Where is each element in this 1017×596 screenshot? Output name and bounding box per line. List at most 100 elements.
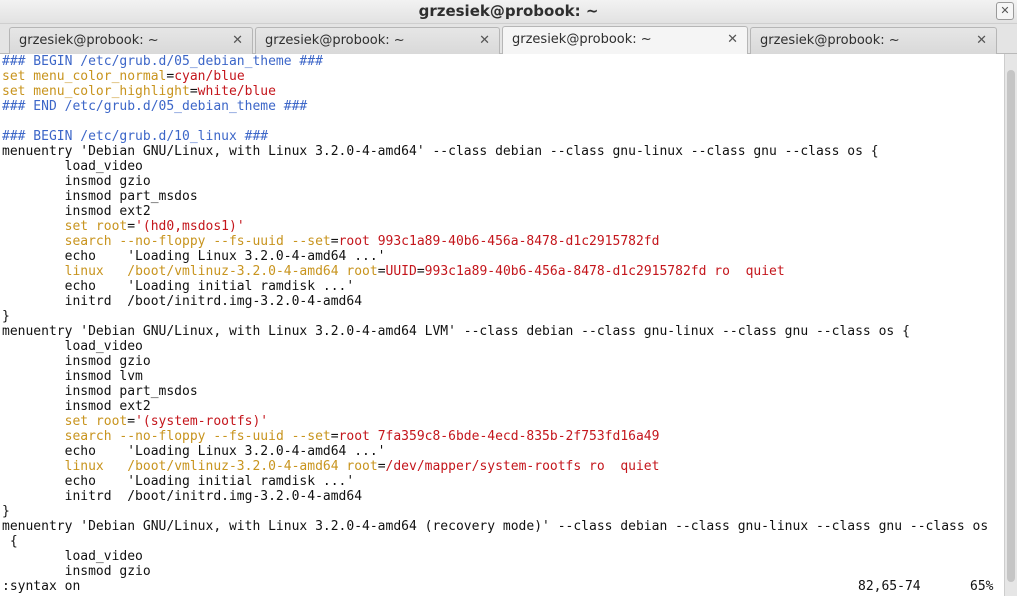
buffer-line: load_video bbox=[2, 339, 1005, 354]
buffer-token: = bbox=[330, 429, 339, 444]
buffer-token: = bbox=[330, 234, 339, 249]
buffer-line: set root='(system-rootfs)' bbox=[2, 414, 1005, 429]
buffer-token: load_video bbox=[2, 339, 143, 354]
buffer-line: } bbox=[2, 504, 1005, 519]
buffer-token: insmod ext2 bbox=[2, 399, 151, 414]
buffer-line bbox=[2, 114, 1005, 129]
buffer-token: menuentry 'Debian GNU/Linux, with Linux … bbox=[2, 324, 910, 339]
buffer-token: = bbox=[127, 414, 136, 429]
buffer-line: load_video bbox=[2, 159, 1005, 174]
buffer-token: = bbox=[189, 84, 198, 99]
buffer-line: set menu_color_highlight=white/blue bbox=[2, 84, 1005, 99]
buffer-line: ### BEGIN /etc/grub.d/10_linux ### bbox=[2, 129, 1005, 144]
buffer-token: = bbox=[377, 264, 386, 279]
window-close-icon[interactable]: ✕ bbox=[996, 2, 1014, 20]
cursor-position: 82,65-74 bbox=[858, 579, 921, 594]
buffer-line: initrd /boot/initrd.img-3.2.0-4-amd64 bbox=[2, 294, 1005, 309]
tab-close-icon[interactable]: ✕ bbox=[976, 33, 987, 48]
tab-3-active[interactable]: grzesiek@probook: ~ ✕ bbox=[502, 26, 748, 55]
vertical-scrollbar[interactable] bbox=[1004, 54, 1017, 596]
tab-4[interactable]: grzesiek@probook: ~ ✕ bbox=[750, 27, 997, 54]
buffer-token: insmod gzio bbox=[2, 354, 151, 369]
buffer-token: /dev/mapper/system-rootfs ro quiet bbox=[385, 459, 660, 474]
buffer-token: load_video bbox=[2, 549, 143, 564]
buffer-token: menuentry 'Debian GNU/Linux, with Linux … bbox=[2, 519, 981, 534]
buffer-line: } bbox=[2, 309, 1005, 324]
buffer-token: = bbox=[127, 219, 136, 234]
buffer-token: initrd /boot/initrd.img-3.2.0-4-amd64 bbox=[2, 489, 363, 504]
tab-bar: grzesiek@probook: ~ ✕ grzesiek@probook: … bbox=[0, 24, 1017, 55]
tab-close-icon[interactable]: ✕ bbox=[479, 33, 490, 48]
buffer-token: { bbox=[2, 534, 18, 549]
buffer-line: linux /boot/vmlinuz-3.2.0-4-amd64 root=U… bbox=[2, 264, 1005, 279]
buffer-token: '(hd0,msdos1)' bbox=[135, 219, 245, 234]
vim-buffer[interactable]: ### BEGIN /etc/grub.d/05_debian_theme ##… bbox=[2, 54, 1005, 579]
command-line: :syntax on bbox=[2, 579, 81, 594]
tab-1[interactable]: grzesiek@probook: ~ ✕ bbox=[9, 27, 253, 54]
buffer-token: white/blue bbox=[197, 84, 276, 99]
buffer-token bbox=[2, 264, 65, 279]
buffer-line: insmod gzio bbox=[2, 354, 1005, 369]
buffer-token bbox=[2, 414, 65, 429]
buffer-line: menuentry 'Debian GNU/Linux, with Linux … bbox=[2, 324, 1005, 339]
buffer-line: insmod gzio bbox=[2, 174, 1005, 189]
buffer-token: insmod gzio bbox=[2, 174, 151, 189]
buffer-line: insmod gzio bbox=[2, 564, 1005, 579]
buffer-token bbox=[2, 459, 65, 474]
buffer-token: echo 'Loading Linux 3.2.0-4-amd64 ...' bbox=[2, 444, 386, 459]
buffer-token: echo 'Loading initial ramdisk ...' bbox=[2, 279, 355, 294]
buffer-line: initrd /boot/initrd.img-3.2.0-4-amd64 bbox=[2, 489, 1005, 504]
tab-label: grzesiek@probook: ~ bbox=[19, 33, 159, 48]
buffer-line: search --no-floppy --fs-uuid --set=root … bbox=[2, 234, 1005, 249]
buffer-token: UUID bbox=[385, 264, 417, 279]
buffer-token: root 7fa359c8-6bde-4ecd-835b-2f753fd16a4… bbox=[338, 429, 660, 444]
tab-close-icon[interactable]: ✕ bbox=[727, 32, 738, 47]
buffer-token: ### END /etc/grub.d/05_debian_theme ### bbox=[2, 99, 308, 114]
buffer-token: cyan/blue bbox=[174, 69, 245, 84]
tab-label: grzesiek@probook: ~ bbox=[265, 33, 405, 48]
buffer-line: load_video bbox=[2, 549, 1005, 564]
buffer-line: echo 'Loading initial ramdisk ...' bbox=[2, 474, 1005, 489]
buffer-token: linux /boot/vmlinuz-3.2.0-4-amd64 root bbox=[64, 459, 378, 474]
buffer-token: set root bbox=[64, 414, 128, 429]
buffer-token bbox=[2, 429, 65, 444]
buffer-token: insmod part_msdos bbox=[2, 384, 198, 399]
buffer-line: echo 'Loading initial ramdisk ...' bbox=[2, 279, 1005, 294]
buffer-line: insmod part_msdos bbox=[2, 189, 1005, 204]
buffer-line: insmod ext2 bbox=[2, 204, 1005, 219]
buffer-line: set root='(hd0,msdos1)' bbox=[2, 219, 1005, 234]
buffer-token: s bbox=[980, 519, 989, 534]
buffer-token: '(system-rootfs)' bbox=[135, 414, 269, 429]
vim-status-line: :syntax on 82,65-74 65% bbox=[2, 579, 1002, 594]
buffer-line: menuentry 'Debian GNU/Linux, with Linux … bbox=[2, 519, 1005, 534]
buffer-line: ### BEGIN /etc/grub.d/05_debian_theme ##… bbox=[2, 54, 1005, 69]
buffer-line: { bbox=[2, 534, 1005, 549]
tab-label: grzesiek@probook: ~ bbox=[760, 33, 900, 48]
buffer-line: search --no-floppy --fs-uuid --set=root … bbox=[2, 429, 1005, 444]
buffer-line: echo 'Loading Linux 3.2.0-4-amd64 ...' bbox=[2, 444, 1005, 459]
buffer-token: = bbox=[416, 264, 425, 279]
tab-label: grzesiek@probook: ~ bbox=[512, 32, 652, 47]
buffer-token: = bbox=[377, 459, 386, 474]
tab-close-icon[interactable]: ✕ bbox=[232, 33, 243, 48]
scrollbar-thumb[interactable] bbox=[1007, 70, 1015, 582]
buffer-token: insmod gzio bbox=[2, 564, 151, 579]
buffer-line: insmod part_msdos bbox=[2, 384, 1005, 399]
buffer-token: } bbox=[2, 504, 10, 519]
buffer-token bbox=[2, 219, 65, 234]
buffer-line: echo 'Loading Linux 3.2.0-4-amd64 ...' bbox=[2, 249, 1005, 264]
scroll-percent: 65% bbox=[970, 579, 994, 594]
buffer-token: set menu_color_normal bbox=[2, 69, 167, 84]
buffer-token: echo 'Loading Linux 3.2.0-4-amd64 ...' bbox=[2, 249, 386, 264]
tab-2[interactable]: grzesiek@probook: ~ ✕ bbox=[255, 27, 500, 54]
buffer-line: linux /boot/vmlinuz-3.2.0-4-amd64 root=/… bbox=[2, 459, 1005, 474]
buffer-token: initrd /boot/initrd.img-3.2.0-4-amd64 bbox=[2, 294, 363, 309]
buffer-token: echo 'Loading initial ramdisk ...' bbox=[2, 474, 355, 489]
window-title: grzesiek@probook: ~ bbox=[418, 2, 599, 20]
buffer-token: search --no-floppy --fs-uuid --set bbox=[64, 234, 331, 249]
terminal-view[interactable]: ### BEGIN /etc/grub.d/05_debian_theme ##… bbox=[0, 54, 1017, 596]
buffer-token: set menu_color_highlight bbox=[2, 84, 190, 99]
buffer-token: insmod ext2 bbox=[2, 204, 151, 219]
buffer-token: insmod part_msdos bbox=[2, 189, 198, 204]
buffer-token: insmod lvm bbox=[2, 369, 143, 384]
